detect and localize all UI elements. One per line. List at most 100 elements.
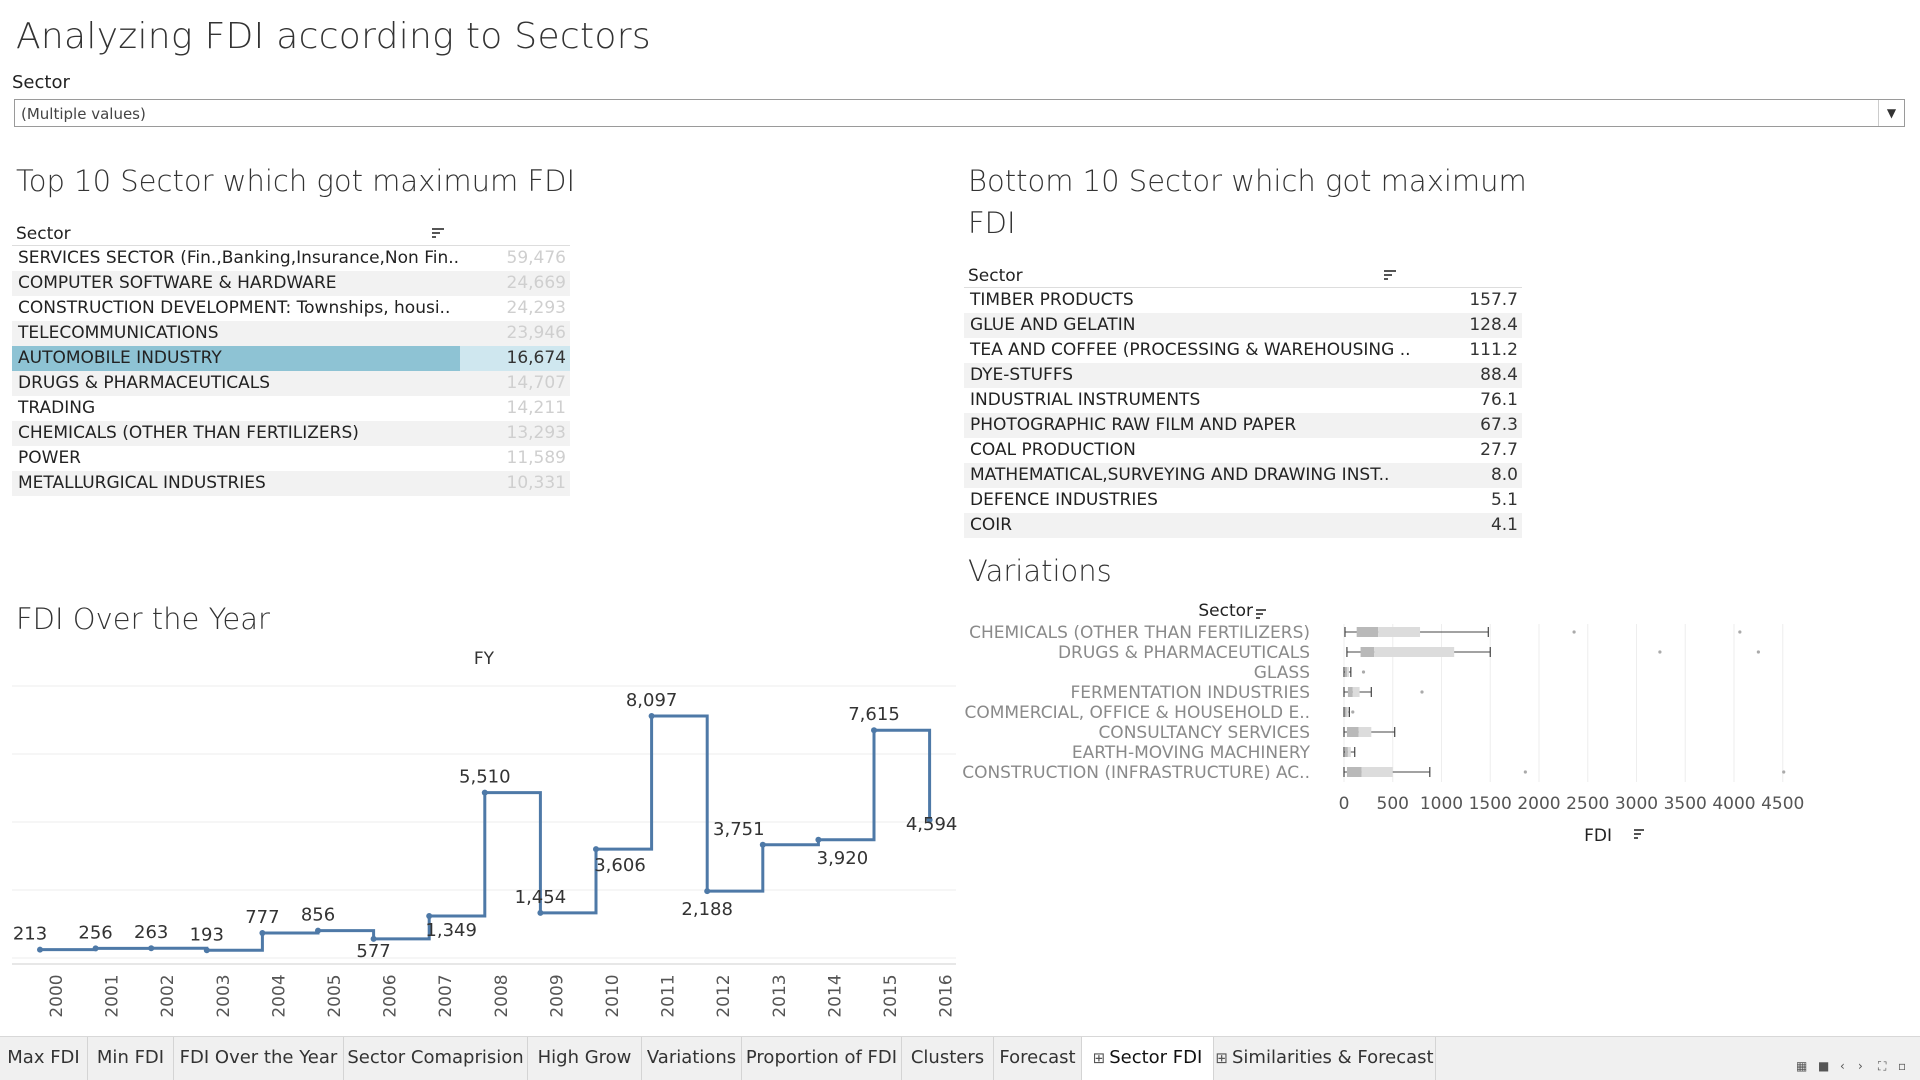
table-row[interactable]: TRADING 14,211: [12, 396, 570, 421]
box-lower[interactable]: [1346, 727, 1359, 737]
table-row[interactable]: DRUGS & PHARMACEUTICALS 14,707: [12, 371, 570, 396]
x-axis-title: FY: [474, 649, 495, 669]
next-icon[interactable]: ›: [1858, 1059, 1863, 1073]
table-row[interactable]: POWER 11,589: [12, 446, 570, 471]
presentation-icon[interactable]: ▫: [1898, 1059, 1906, 1073]
table-row[interactable]: MATHEMATICAL,SURVEYING AND DRAWING INST.…: [964, 463, 1522, 488]
data-point[interactable]: [648, 712, 655, 719]
tab-max-fdi[interactable]: Max FDI: [0, 1037, 88, 1080]
table-row[interactable]: COAL PRODUCTION 27.7: [964, 438, 1522, 463]
table-row[interactable]: COMPUTER SOFTWARE & HARDWARE 24,669: [12, 271, 570, 296]
tab-forecast[interactable]: Forecast: [994, 1037, 1082, 1080]
data-point[interactable]: [815, 836, 822, 843]
data-point[interactable]: [704, 888, 711, 895]
tab-fdi-over-the-year[interactable]: FDI Over the Year: [174, 1037, 344, 1080]
data-point[interactable]: [148, 945, 155, 952]
tab-similarities-forecast[interactable]: ⊞ Similarities & Forecast: [1214, 1037, 1436, 1080]
category-label: FERMENTATION INDUSTRIES: [1070, 683, 1310, 703]
table-row[interactable]: PHOTOGRAPHIC RAW FILM AND PAPER 67.3: [964, 413, 1522, 438]
tab-clusters[interactable]: Clusters: [902, 1037, 994, 1080]
bottom10-header-sector: Sector: [968, 266, 1023, 286]
table-row[interactable]: GLUE AND GELATIN 128.4: [964, 313, 1522, 338]
sort-icon[interactable]: [1384, 270, 1396, 280]
x-tick-label: 2005: [325, 974, 345, 1017]
data-point[interactable]: [203, 947, 210, 954]
box-upper[interactable]: [1346, 707, 1349, 717]
tab-high-grow[interactable]: High Grow: [528, 1037, 642, 1080]
prev-icon[interactable]: ‹: [1840, 1059, 1845, 1073]
table-row[interactable]: TEA AND COFFEE (PROCESSING & WAREHOUSING…: [964, 338, 1522, 363]
dashboard-icon: ⊞: [1092, 1049, 1106, 1067]
box-lower[interactable]: [1344, 707, 1347, 717]
data-point[interactable]: [593, 846, 599, 853]
sector-name: DRUGS & PHARMACEUTICALS: [18, 373, 271, 393]
tab-proportion-of-fdi[interactable]: Proportion of FDI: [742, 1037, 902, 1080]
tab-variations[interactable]: Variations: [642, 1037, 742, 1080]
table-row[interactable]: CONSTRUCTION DEVELOPMENT: Townships, hou…: [12, 296, 570, 321]
table-row[interactable]: CHEMICALS (OTHER THAN FERTILIZERS) 13,293: [12, 421, 570, 446]
grid-icon[interactable]: ▦: [1796, 1059, 1807, 1073]
data-point[interactable]: [426, 913, 433, 920]
x-tick-label: 1000: [1420, 794, 1463, 814]
table-row[interactable]: TIMBER PRODUCTS 157.7: [964, 288, 1522, 313]
tab-min-fdi[interactable]: Min FDI: [88, 1037, 174, 1080]
outlier-point[interactable]: [1738, 630, 1742, 634]
box-lower[interactable]: [1347, 687, 1353, 697]
table-row[interactable]: METALLURGICAL INDUSTRIES 10,331: [12, 471, 570, 496]
data-point[interactable]: [315, 927, 321, 934]
x-axis-title: FDI: [1584, 826, 1612, 846]
box-lower[interactable]: [1346, 767, 1362, 777]
chevron-down-icon[interactable]: ▼: [1878, 100, 1904, 126]
sector-filter-dropdown[interactable]: (Multiple values) ▼: [14, 99, 1905, 127]
outlier-point[interactable]: [1523, 770, 1527, 774]
box-lower[interactable]: [1360, 647, 1375, 657]
box-upper[interactable]: [1374, 647, 1455, 657]
outlier-point[interactable]: [1756, 650, 1760, 654]
tab-sector-comaprision[interactable]: Sector Comaprision: [344, 1037, 528, 1080]
sort-icon[interactable]: [1256, 609, 1266, 619]
sector-name: DYE-STUFFS: [970, 365, 1074, 385]
x-tick-label: 2016: [937, 974, 957, 1017]
table-row[interactable]: INDUSTRIAL INSTRUMENTS 76.1: [964, 388, 1522, 413]
table-row[interactable]: AUTOMOBILE INDUSTRY 16,674: [12, 346, 570, 371]
stop-icon[interactable]: ■: [1818, 1059, 1829, 1073]
box-upper[interactable]: [1346, 667, 1349, 677]
box-lower[interactable]: [1344, 667, 1347, 677]
outlier-point[interactable]: [1420, 690, 1424, 694]
sector-name: DEFENCE INDUSTRIES: [970, 490, 1158, 510]
data-point[interactable]: [259, 929, 266, 936]
data-label: 1,349: [425, 920, 477, 941]
box-upper[interactable]: [1347, 747, 1351, 757]
category-label: CONSULTANCY SERVICES: [1098, 723, 1310, 743]
x-tick-label: 2015: [881, 974, 901, 1017]
data-point[interactable]: [871, 727, 877, 734]
data-point[interactable]: [37, 946, 43, 953]
data-point[interactable]: [92, 945, 99, 952]
box-lower[interactable]: [1344, 747, 1348, 757]
tab-sector-fdi[interactable]: ⊞ Sector FDI: [1082, 1037, 1214, 1080]
box-upper[interactable]: [1361, 767, 1393, 777]
outlier-point[interactable]: [1351, 710, 1355, 714]
table-row[interactable]: DYE-STUFFS 88.4: [964, 363, 1522, 388]
outlier-point[interactable]: [1572, 630, 1576, 634]
outlier-point[interactable]: [1658, 650, 1662, 654]
box-upper[interactable]: [1378, 627, 1421, 637]
data-point[interactable]: [481, 789, 488, 796]
data-point[interactable]: [759, 841, 766, 848]
box-lower[interactable]: [1356, 627, 1379, 637]
table-row[interactable]: COIR 4.1: [964, 513, 1522, 538]
outlier-point[interactable]: [1361, 670, 1366, 674]
sort-icon[interactable]: [432, 228, 444, 238]
fullscreen-icon[interactable]: ⛶: [1878, 1059, 1886, 1074]
fdi-value: 76.1: [1480, 390, 1518, 410]
table-row[interactable]: SERVICES SECTOR (Fin.,Banking,Insurance,…: [12, 246, 570, 271]
data-point[interactable]: [537, 909, 544, 916]
tab-label: Max FDI: [7, 1047, 80, 1068]
table-row[interactable]: DEFENCE INDUSTRIES 5.1: [964, 488, 1522, 513]
outlier-point[interactable]: [1782, 770, 1786, 774]
box-upper[interactable]: [1352, 687, 1360, 697]
x-tick-label: 2000: [1517, 794, 1560, 814]
table-row[interactable]: TELECOMMUNICATIONS 23,946: [12, 321, 570, 346]
sort-icon[interactable]: [1634, 829, 1644, 839]
box-upper[interactable]: [1358, 727, 1372, 737]
